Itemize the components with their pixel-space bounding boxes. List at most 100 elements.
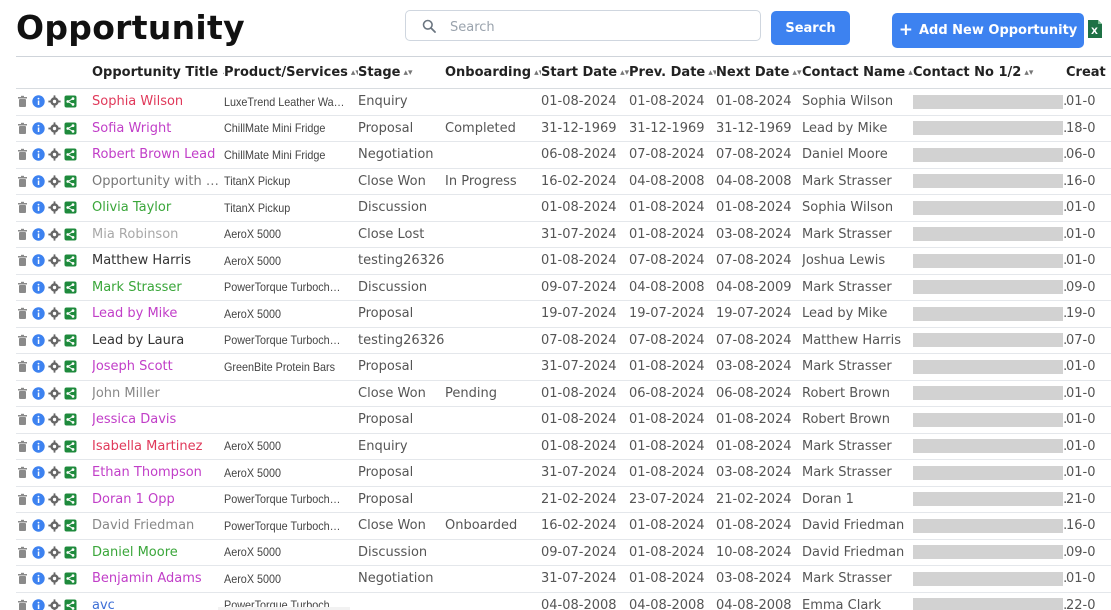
share-icon[interactable] bbox=[64, 387, 77, 400]
info-icon[interactable] bbox=[32, 466, 45, 479]
info-icon[interactable] bbox=[32, 148, 45, 161]
gear-icon[interactable] bbox=[48, 201, 61, 214]
trash-icon[interactable] bbox=[16, 254, 29, 267]
gear-icon[interactable] bbox=[48, 572, 61, 585]
info-icon[interactable] bbox=[32, 254, 45, 267]
opportunity-title-link[interactable]: Lead by Mike bbox=[92, 300, 224, 328]
info-icon[interactable] bbox=[32, 572, 45, 585]
opportunity-title-link[interactable]: Mark Strasser bbox=[92, 274, 224, 301]
trash-icon[interactable] bbox=[16, 519, 29, 532]
share-icon[interactable] bbox=[64, 599, 77, 610]
info-icon[interactable] bbox=[32, 201, 45, 214]
trash-icon[interactable] bbox=[16, 334, 29, 347]
gear-icon[interactable] bbox=[48, 175, 61, 188]
info-icon[interactable] bbox=[32, 281, 45, 294]
table-row[interactable]: Joseph Scott GreenBite Protein Bars Propos… bbox=[16, 353, 1111, 381]
share-icon[interactable] bbox=[64, 334, 77, 347]
trash-icon[interactable] bbox=[16, 307, 29, 320]
opportunity-title-link[interactable]: Jessica Davis bbox=[92, 406, 224, 434]
share-icon[interactable] bbox=[64, 466, 77, 479]
table-row[interactable]: Sofia Wright ChillMate Mini Fridge Proposa… bbox=[16, 115, 1111, 142]
column-header-contact-name[interactable]: Contact Name▴▾ bbox=[802, 57, 913, 89]
trash-icon[interactable] bbox=[16, 546, 29, 559]
trash-icon[interactable] bbox=[16, 599, 29, 610]
info-icon[interactable] bbox=[32, 360, 45, 373]
share-icon[interactable] bbox=[64, 440, 77, 453]
info-icon[interactable] bbox=[32, 387, 45, 400]
trash-icon[interactable] bbox=[16, 387, 29, 400]
info-icon[interactable] bbox=[32, 175, 45, 188]
gear-icon[interactable] bbox=[48, 122, 61, 135]
gear-icon[interactable] bbox=[48, 281, 61, 294]
opportunity-title-link[interactable]: Opportunity with C... bbox=[92, 168, 224, 195]
gear-icon[interactable] bbox=[48, 228, 61, 241]
column-header-created[interactable]: Creat bbox=[1066, 57, 1111, 89]
trash-icon[interactable] bbox=[16, 122, 29, 135]
trash-icon[interactable] bbox=[16, 281, 29, 294]
share-icon[interactable] bbox=[64, 360, 77, 373]
table-row[interactable]: Sophia Wilson LuxeTrend Leather Wallet Enq… bbox=[16, 88, 1111, 116]
table-row[interactable]: Olivia Taylor TitanX Pickup Discussion 01-0… bbox=[16, 194, 1111, 222]
gear-icon[interactable] bbox=[48, 95, 61, 108]
opportunity-title-link[interactable]: John Miller bbox=[92, 380, 224, 407]
opportunity-title-link[interactable]: Ethan Thompson bbox=[92, 459, 224, 487]
table-row[interactable]: Mark Strasser PowerTorque Turbocharger Dis… bbox=[16, 274, 1111, 301]
table-row[interactable]: Lead by Laura PowerTorque Turbocharger tes… bbox=[16, 327, 1111, 354]
column-header-next-date[interactable]: Next Date ▴▾ bbox=[716, 57, 802, 89]
gear-icon[interactable] bbox=[48, 493, 61, 506]
table-row[interactable]: John Miller Close Won Pending 01-08-2024 06-… bbox=[16, 380, 1111, 407]
share-icon[interactable] bbox=[64, 201, 77, 214]
sort-icon[interactable]: ▴▾ bbox=[534, 68, 541, 78]
gear-icon[interactable] bbox=[48, 599, 61, 610]
sort-icon[interactable]: ▴▾ bbox=[620, 68, 629, 78]
gear-icon[interactable] bbox=[48, 519, 61, 532]
opportunity-title-link[interactable]: avc bbox=[92, 592, 224, 610]
opportunity-title-link[interactable]: Daniel Moore bbox=[92, 539, 224, 566]
trash-icon[interactable] bbox=[16, 175, 29, 188]
share-icon[interactable] bbox=[64, 519, 77, 532]
excel-export-icon[interactable]: X bbox=[1087, 19, 1103, 39]
share-icon[interactable] bbox=[64, 122, 77, 135]
gear-icon[interactable] bbox=[48, 440, 61, 453]
table-row[interactable]: Mia Robinson AeroX 5000 Close Lost 31-07-20… bbox=[16, 221, 1111, 248]
opportunity-title-link[interactable]: Robert Brown Lead bbox=[92, 141, 224, 169]
trash-icon[interactable] bbox=[16, 95, 29, 108]
gear-icon[interactable] bbox=[48, 307, 61, 320]
table-row[interactable]: Benjamin Adams AeroX 5000 Negotiation 31-07… bbox=[16, 565, 1111, 593]
table-row[interactable]: Ethan Thompson AeroX 5000 Proposal 31-07-20… bbox=[16, 459, 1111, 487]
sort-icon[interactable]: ▴▾ bbox=[708, 68, 716, 78]
info-icon[interactable] bbox=[32, 599, 45, 610]
info-icon[interactable] bbox=[32, 493, 45, 506]
column-header-opportunity-title[interactable]: Opportunity Title⌄ bbox=[92, 57, 224, 89]
table-row[interactable]: Opportunity with C... TitanX Pickup Close … bbox=[16, 168, 1111, 195]
add-new-opportunity-button[interactable]: + Add New Opportunity bbox=[892, 13, 1084, 48]
trash-icon[interactable] bbox=[16, 148, 29, 161]
share-icon[interactable] bbox=[64, 281, 77, 294]
sort-icon[interactable]: ▴▾ bbox=[351, 68, 358, 78]
column-header-start-date[interactable]: Start Date ▴▾ bbox=[541, 57, 629, 89]
share-icon[interactable] bbox=[64, 228, 77, 241]
share-icon[interactable] bbox=[64, 95, 77, 108]
share-icon[interactable] bbox=[64, 148, 77, 161]
opportunity-title-link[interactable]: Mia Robinson bbox=[92, 221, 224, 248]
share-icon[interactable] bbox=[64, 413, 77, 426]
search-input[interactable] bbox=[448, 15, 752, 39]
info-icon[interactable] bbox=[32, 307, 45, 320]
column-header-contact-no[interactable]: Contact No 1/2 ▴▾ bbox=[913, 57, 1066, 89]
table-row[interactable]: Matthew Harris AeroX 5000 testing26326 01-0… bbox=[16, 247, 1111, 275]
trash-icon[interactable] bbox=[16, 201, 29, 214]
table-row[interactable]: Lead by Mike AeroX 5000 Proposal 19-07-2024… bbox=[16, 300, 1111, 328]
trash-icon[interactable] bbox=[16, 572, 29, 585]
trash-icon[interactable] bbox=[16, 228, 29, 241]
trash-icon[interactable] bbox=[16, 493, 29, 506]
sort-icon[interactable]: ▴▾ bbox=[403, 68, 412, 78]
table-row[interactable]: Isabella Martinez AeroX 5000 Enquiry 01-08-… bbox=[16, 433, 1111, 460]
table-row[interactable]: Robert Brown Lead ChillMate Mini Fridge Ne… bbox=[16, 141, 1111, 169]
opportunity-title-link[interactable]: Joseph Scott bbox=[92, 353, 224, 381]
info-icon[interactable] bbox=[32, 122, 45, 135]
opportunity-title-link[interactable]: Matthew Harris bbox=[92, 247, 224, 275]
sort-icon[interactable]: ▴▾ bbox=[1024, 68, 1033, 78]
info-icon[interactable] bbox=[32, 95, 45, 108]
gear-icon[interactable] bbox=[48, 387, 61, 400]
column-header-prev-date[interactable]: Prev. Date▴▾ bbox=[629, 57, 716, 89]
